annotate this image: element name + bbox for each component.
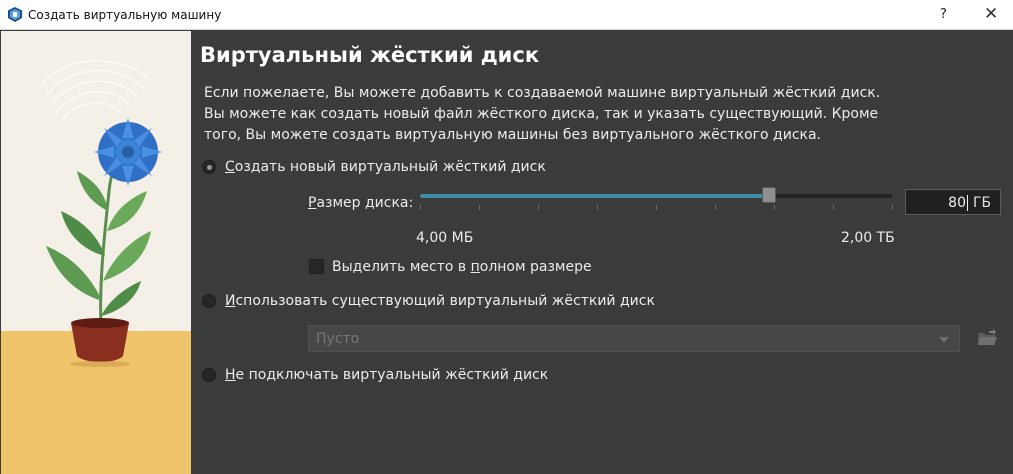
disk-size-label: Размер диска:	[308, 195, 413, 211]
window-title: Создать виртуальную машину	[28, 8, 222, 22]
slider-tick	[597, 205, 598, 210]
label-no-disk[interactable]: Не подключать виртуальный жёсткий диск	[225, 367, 548, 383]
slider-tick	[774, 205, 775, 210]
slider-tick	[892, 205, 893, 210]
mnemonic: С	[225, 159, 235, 175]
disk-size-unit: ГБ	[973, 195, 992, 211]
label-use-existing-disk[interactable]: Использовать существующий виртуальный жё…	[225, 293, 655, 309]
preallocate-checkbox[interactable]	[309, 259, 324, 274]
preallocate-label[interactable]: Выделить место в полном размере	[332, 259, 592, 275]
radio-create-new-disk[interactable]	[202, 160, 216, 174]
label-text: азмер диска:	[316, 195, 414, 211]
slider-tick	[833, 205, 834, 210]
mnemonic: И	[225, 293, 236, 309]
folder-open-icon[interactable]	[976, 327, 998, 349]
text-cursor	[967, 195, 968, 211]
mnemonic: п	[470, 259, 480, 275]
window-titlebar: Создать виртуальную машину ? ✕	[0, 0, 1013, 30]
slider-tick	[420, 205, 421, 210]
slider-tick	[538, 205, 539, 210]
label-text: оздать новый виртуальный жёсткий диск	[234, 159, 546, 175]
slider-handle[interactable]	[762, 187, 777, 203]
disk-size-value[interactable]: 80	[906, 195, 966, 211]
wizard-illustration	[1, 31, 191, 474]
slider-max-label: 2,00 ТБ	[841, 230, 895, 246]
slider-fill	[420, 194, 770, 198]
virtualbox-icon	[8, 7, 22, 22]
help-button[interactable]: ?	[940, 7, 947, 22]
label-create-new-disk[interactable]: Создать новый виртуальный жёсткий диск	[225, 159, 546, 175]
label-text: Выделить место в	[332, 259, 471, 275]
label-text: спользовать существующий виртуальный жёс…	[235, 293, 655, 309]
radio-use-existing-disk[interactable]	[202, 294, 216, 308]
disk-size-input[interactable]: 80 ГБ	[905, 189, 1001, 215]
slider-tick	[715, 205, 716, 210]
existing-disk-combobox[interactable]: Пусто	[308, 325, 960, 352]
mnemonic: Н	[225, 367, 236, 383]
disk-size-slider[interactable]	[420, 194, 892, 198]
radio-no-disk[interactable]	[202, 368, 216, 382]
existing-disk-value: Пусто	[316, 331, 360, 347]
slider-tick	[479, 205, 480, 210]
chevron-down-icon	[939, 337, 949, 343]
close-button[interactable]: ✕	[984, 4, 998, 24]
label-text: олном размере	[479, 259, 592, 275]
wizard-page: Виртуальный жёсткий диск Если пожелаете,…	[191, 31, 1013, 474]
page-description: Если пожелаете, Вы можете добавить к соз…	[204, 85, 881, 143]
page-title: Виртуальный жёсткий диск	[200, 43, 540, 67]
slider-min-label: 4,00 МБ	[416, 230, 474, 246]
label-text: е подключать виртуальный жёсткий диск	[235, 367, 549, 383]
slider-tick	[656, 205, 657, 210]
